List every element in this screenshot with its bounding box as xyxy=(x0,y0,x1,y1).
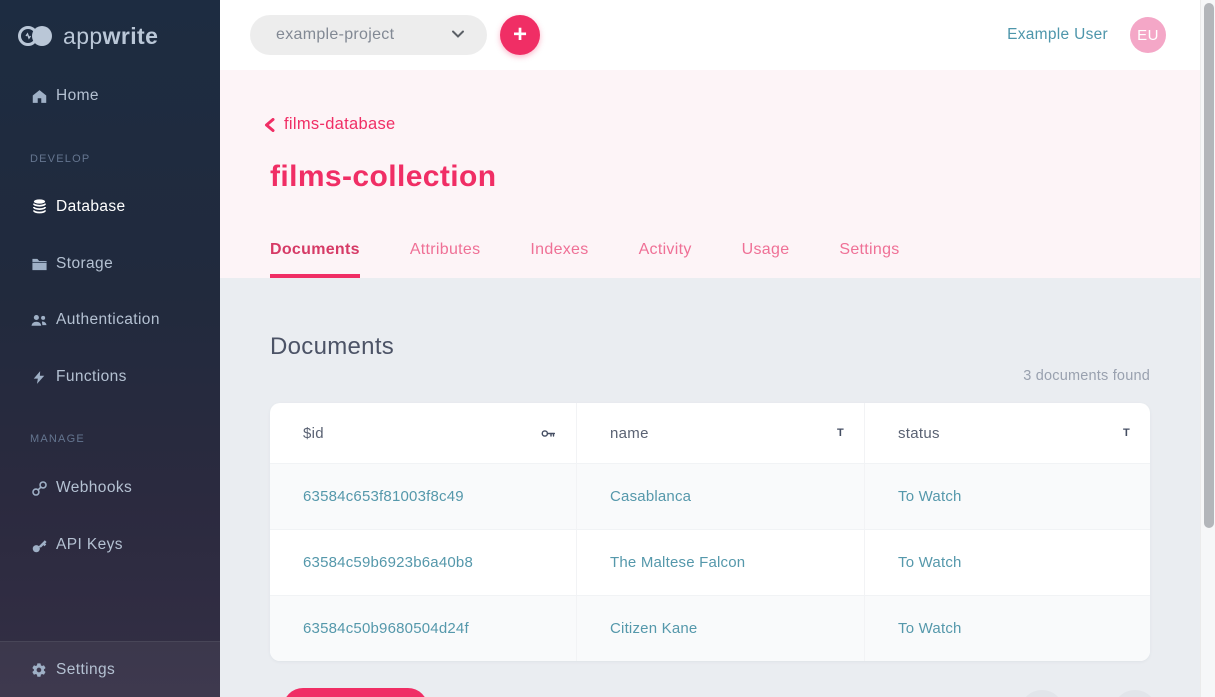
chain-link-icon xyxy=(30,479,48,497)
sidebar-item-label: Webhooks xyxy=(56,479,132,497)
sidebar-section-manage: MANAGE xyxy=(30,433,85,445)
users-icon xyxy=(30,311,48,329)
page-title: films-collection xyxy=(270,160,496,194)
sidebar: appwrite Home DEVELOP Database xyxy=(0,0,220,697)
sidebar-item-api-keys[interactable]: API Keys xyxy=(0,525,220,565)
page-header: films-database films-collection Document… xyxy=(220,70,1200,278)
pagination-next-button[interactable] xyxy=(1113,690,1157,697)
tab-bar: Documents Attributes Indexes Activity Us… xyxy=(270,241,950,278)
pagination-prev-button[interactable] xyxy=(1020,690,1064,697)
add-project-button[interactable]: + xyxy=(500,15,540,55)
sidebar-section-develop: DEVELOP xyxy=(30,153,90,165)
text-type-icon: T xyxy=(837,427,844,439)
text-type-icon: T xyxy=(1123,427,1130,439)
sidebar-item-storage[interactable]: Storage xyxy=(0,244,220,284)
sidebar-item-functions[interactable]: Functions xyxy=(0,357,220,397)
appwrite-logo-icon xyxy=(16,23,54,49)
cell-status[interactable]: To Watch xyxy=(864,464,1150,529)
key-icon xyxy=(541,428,556,439)
sidebar-item-label: Functions xyxy=(56,368,127,386)
project-selector[interactable]: example-project xyxy=(250,15,487,55)
project-selector-label: example-project xyxy=(276,26,394,44)
key-icon xyxy=(30,536,48,554)
tab-documents[interactable]: Documents xyxy=(270,241,360,278)
tab-usage[interactable]: Usage xyxy=(742,241,790,278)
gear-icon xyxy=(30,661,48,679)
sidebar-item-database[interactable]: Database xyxy=(0,187,220,227)
appwrite-logo-text: appwrite xyxy=(63,23,158,50)
cell-document-id[interactable]: 63584c50b9680504d24f xyxy=(270,596,576,661)
cell-name[interactable]: The Maltese Falcon xyxy=(576,530,864,595)
sidebar-item-label: Storage xyxy=(56,255,113,273)
lightning-icon xyxy=(30,368,48,386)
avatar-initials: EU xyxy=(1137,27,1159,44)
avatar[interactable]: EU xyxy=(1130,17,1166,53)
sidebar-item-webhooks[interactable]: Webhooks xyxy=(0,468,220,508)
sidebar-footer: Settings xyxy=(0,641,220,697)
database-icon xyxy=(30,198,48,216)
appwrite-logo[interactable]: appwrite xyxy=(16,18,158,54)
chevron-left-icon xyxy=(264,118,275,132)
tab-activity[interactable]: Activity xyxy=(639,241,692,278)
tab-attributes[interactable]: Attributes xyxy=(410,241,481,278)
documents-table: $id name T status T xyxy=(270,403,1150,661)
sidebar-item-authentication[interactable]: Authentication xyxy=(0,300,220,340)
table-row[interactable]: 63584c50b9680504d24f Citizen Kane To Wat… xyxy=(270,595,1150,661)
topbar: example-project + Example User EU xyxy=(220,0,1200,70)
sidebar-item-home[interactable]: Home xyxy=(0,76,220,116)
sidebar-item-label: Authentication xyxy=(56,311,160,329)
create-document-button[interactable] xyxy=(283,688,428,697)
sidebar-item-label: Home xyxy=(56,87,99,105)
tab-settings[interactable]: Settings xyxy=(839,241,899,278)
home-icon xyxy=(30,87,48,105)
chevron-down-icon xyxy=(451,29,465,39)
documents-found-count: 3 documents found xyxy=(1023,368,1150,384)
cell-status[interactable]: To Watch xyxy=(864,596,1150,661)
cell-name[interactable]: Casablanca xyxy=(576,464,864,529)
sidebar-item-settings[interactable]: Settings xyxy=(0,650,220,690)
sidebar-item-label: API Keys xyxy=(56,536,123,554)
breadcrumb[interactable]: films-database xyxy=(264,115,396,134)
main-content: Documents 3 documents found $id name T xyxy=(220,278,1200,697)
cell-document-id[interactable]: 63584c653f81003f8c49 xyxy=(270,464,576,529)
column-header-id[interactable]: $id xyxy=(270,403,576,463)
table-row[interactable]: 63584c653f81003f8c49 Casablanca To Watch xyxy=(270,463,1150,529)
folder-icon xyxy=(30,255,48,273)
breadcrumb-label: films-database xyxy=(284,115,396,134)
column-header-status[interactable]: status T xyxy=(864,403,1150,463)
scrollbar-thumb[interactable] xyxy=(1204,3,1214,528)
sidebar-item-label: Settings xyxy=(56,661,115,679)
sidebar-item-label: Database xyxy=(56,198,126,216)
column-header-name[interactable]: name T xyxy=(576,403,864,463)
table-header-row: $id name T status T xyxy=(270,403,1150,463)
plus-icon: + xyxy=(513,21,527,48)
user-name[interactable]: Example User xyxy=(1007,26,1108,44)
cell-document-id[interactable]: 63584c59b6923b6a40b8 xyxy=(270,530,576,595)
section-heading: Documents xyxy=(270,333,394,361)
tab-indexes[interactable]: Indexes xyxy=(530,241,588,278)
cell-status[interactable]: To Watch xyxy=(864,530,1150,595)
scrollbar-track[interactable] xyxy=(1200,0,1215,697)
table-row[interactable]: 63584c59b6923b6a40b8 The Maltese Falcon … xyxy=(270,529,1150,595)
user-area: Example User EU xyxy=(1007,0,1166,70)
cell-name[interactable]: Citizen Kane xyxy=(576,596,864,661)
